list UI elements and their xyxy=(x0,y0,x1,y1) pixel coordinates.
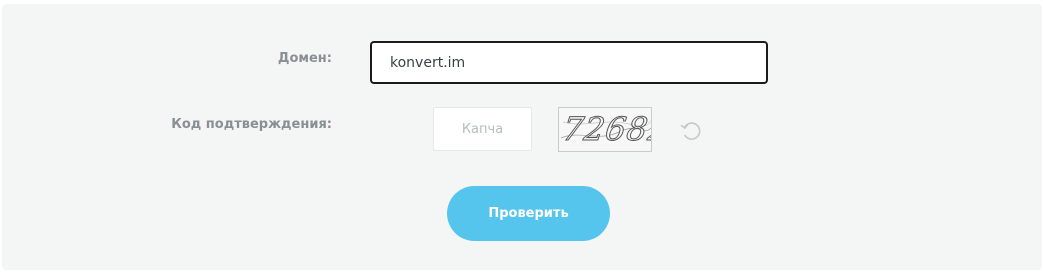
confirmation-code-label: Код подтверждения: xyxy=(171,117,332,132)
domain-input[interactable] xyxy=(370,41,768,84)
captcha-input[interactable] xyxy=(433,107,532,151)
domain-label: Домен: xyxy=(277,51,332,66)
captcha-image: 72682 xyxy=(558,107,652,152)
refresh-icon[interactable] xyxy=(679,118,703,142)
captcha-text: 72682 xyxy=(560,110,652,149)
check-button[interactable]: Проверить xyxy=(447,186,610,241)
check-form-panel: Домен: Код подтверждения: 72682 Проверит… xyxy=(2,4,1042,270)
